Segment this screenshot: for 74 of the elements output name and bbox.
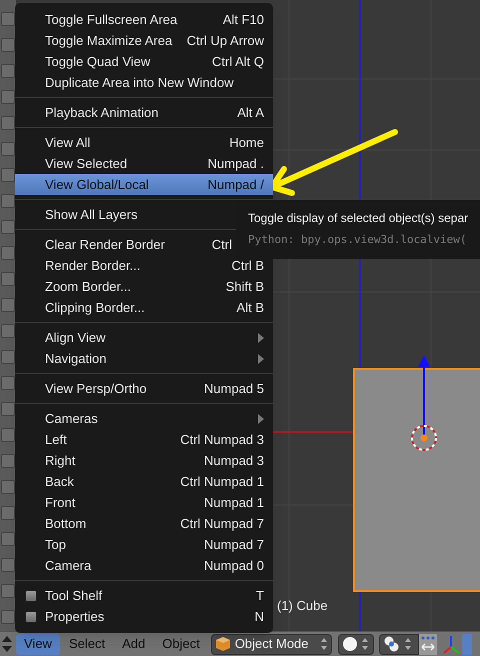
menu-item[interactable]: View Persp/Ortho Numpad 5 — [15, 378, 273, 399]
submenu-arrow-icon — [258, 354, 264, 364]
snap-icon[interactable] — [418, 634, 437, 654]
tool-button[interactable] — [1, 272, 15, 286]
tool-button[interactable] — [1, 454, 15, 468]
updown-arrows-icon — [360, 637, 369, 651]
menu-item[interactable]: Zoom Border... Shift B — [15, 276, 273, 297]
tool-button[interactable] — [1, 142, 15, 156]
tool-button[interactable] — [1, 480, 15, 494]
menu-item[interactable]: Cameras — [15, 408, 273, 429]
checkbox[interactable] — [25, 590, 37, 602]
checkbox[interactable] — [25, 610, 37, 622]
menu-item[interactable]: Right Numpad 3 — [15, 450, 273, 471]
submenu-arrow-icon — [258, 414, 264, 424]
tool-button[interactable] — [1, 38, 15, 52]
menu-item[interactable]: Toggle Quad View Ctrl Alt Q — [15, 51, 273, 72]
menu-button[interactable]: View — [16, 634, 60, 654]
tool-button[interactable] — [1, 610, 15, 624]
pivot-icon — [382, 636, 401, 652]
sphere-icon — [342, 636, 358, 652]
menu-item[interactable]: Render Border... Ctrl B — [15, 255, 273, 276]
menu-item[interactable]: Back Ctrl Numpad 1 — [15, 471, 273, 492]
tool-button[interactable] — [1, 584, 15, 598]
menu-item[interactable]: Front Numpad 1 — [15, 492, 273, 513]
menu-item[interactable]: Navigation — [15, 348, 273, 369]
menu-item[interactable]: Bottom Ctrl Numpad 7 — [15, 513, 273, 534]
object-origin-icon — [408, 422, 440, 454]
menu-button[interactable]: Select — [60, 634, 114, 654]
pivot-dropdown[interactable] — [378, 634, 419, 654]
tool-button[interactable] — [1, 116, 15, 130]
menu-item[interactable]: Top Numpad 7 — [15, 534, 273, 555]
menu-item[interactable]: View Selected Numpad . — [15, 153, 273, 174]
tool-button[interactable] — [1, 298, 15, 312]
tool-button[interactable] — [1, 324, 15, 338]
menu-item[interactable]: View Global/Local Numpad / — [15, 174, 273, 195]
menu-item[interactable]: Toggle Maximize Area Ctrl Up Arrow — [15, 30, 273, 51]
python-command: Python: bpy.ops.view3d.localview( — [248, 232, 468, 248]
tool-button[interactable] — [1, 376, 15, 390]
tool-button[interactable] — [1, 12, 15, 26]
tool-button[interactable] — [1, 506, 15, 520]
tooltip-description: Toggle display of selected object(s) separ — [248, 210, 470, 227]
tool-button[interactable] — [1, 350, 15, 364]
menu-item[interactable]: Camera Numpad 0 — [15, 555, 273, 576]
translate-toggle[interactable] — [462, 634, 472, 654]
menu-item[interactable]: Left Ctrl Numpad 3 — [15, 429, 273, 450]
tool-button[interactable] — [1, 168, 15, 182]
menu-item[interactable]: Properties N — [15, 606, 273, 627]
tool-button[interactable] — [1, 428, 15, 442]
menu-item[interactable]: Duplicate Area into New Window — [15, 72, 273, 93]
menu-item[interactable]: Tool Shelf T — [15, 585, 273, 606]
object-name: (1) Cube — [277, 597, 328, 615]
menu-item[interactable]: View All Home — [15, 132, 273, 153]
menu-item[interactable]: Playback Animation Alt A — [15, 102, 273, 123]
manipulator-icon[interactable] — [442, 634, 462, 654]
submenu-arrow-icon — [258, 332, 264, 342]
tool-button[interactable] — [1, 558, 15, 572]
tool-button[interactable] — [1, 246, 15, 260]
updown-arrows-icon — [404, 637, 412, 651]
menu-item[interactable]: Toggle Fullscreen Area Alt F10 — [15, 9, 273, 30]
scroll-arrows-icon[interactable] — [1, 634, 13, 654]
tool-button[interactable] — [1, 532, 15, 546]
menu-button[interactable]: Object — [154, 634, 208, 654]
menu-item[interactable]: Clipping Border... Alt B — [15, 297, 273, 318]
menu-button[interactable]: Add — [114, 634, 154, 654]
tool-button[interactable] — [1, 194, 15, 208]
tool-button[interactable] — [1, 64, 15, 78]
tool-button[interactable] — [1, 402, 15, 416]
updown-arrows-icon — [320, 637, 328, 651]
cube-icon — [214, 636, 231, 652]
tool-button[interactable] — [1, 90, 15, 104]
tool-button[interactable] — [1, 220, 15, 234]
menu-item[interactable]: Align View — [15, 327, 273, 348]
shading-dropdown[interactable] — [338, 634, 374, 654]
mode-dropdown[interactable]: Object Mode — [210, 634, 332, 654]
